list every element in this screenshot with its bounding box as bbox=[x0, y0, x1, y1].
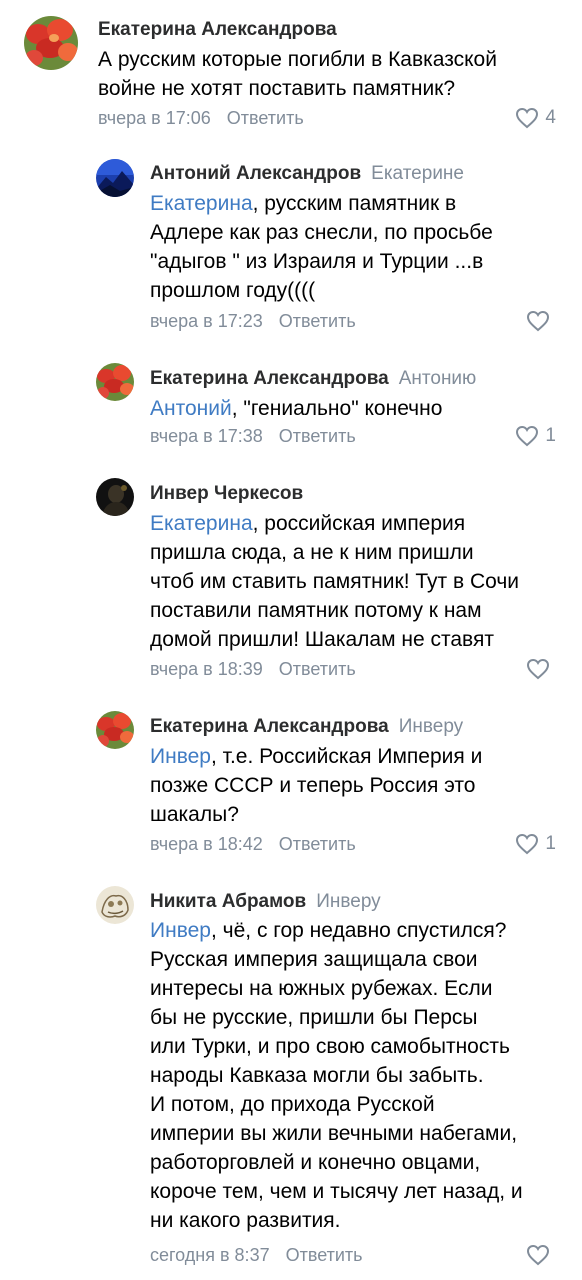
heart-icon bbox=[526, 1244, 550, 1266]
author-line: Инвер Черкесов bbox=[150, 482, 303, 506]
mention-link[interactable]: Инвер bbox=[150, 745, 211, 768]
reply-button[interactable]: Ответить bbox=[286, 1245, 363, 1265]
heart-icon bbox=[526, 310, 550, 332]
mention-link[interactable]: Екатерина bbox=[150, 192, 253, 215]
author-line: Антоний Александров Екатерине bbox=[150, 162, 464, 186]
timestamp: вчера в 18:39 bbox=[150, 659, 263, 679]
like-count: 1 bbox=[545, 833, 556, 854]
timestamp: вчера в 17:06 bbox=[98, 108, 211, 128]
comment-body: А русским которые погибли в Кавказской в… bbox=[98, 48, 497, 100]
avatar[interactable] bbox=[96, 363, 134, 401]
like-button[interactable]: 1 bbox=[515, 425, 556, 447]
reply-button[interactable]: Ответить bbox=[279, 834, 356, 854]
author-name[interactable]: Инвер Черкесов bbox=[150, 483, 303, 504]
comment-text: Антоний, "гениально" конечно bbox=[150, 394, 442, 423]
author-name[interactable]: Антоний Александров bbox=[150, 163, 361, 184]
like-count: 1 bbox=[545, 425, 556, 446]
author-name[interactable]: Екатерина Александрова bbox=[150, 368, 389, 389]
comment-body: , чё, с гор недавно спустился? Русская и… bbox=[150, 919, 523, 1232]
comment-meta: вчера в 17:23 Ответить bbox=[150, 310, 356, 332]
like-button[interactable] bbox=[526, 1244, 556, 1266]
mention-link[interactable]: Екатерина bbox=[150, 512, 253, 535]
heart-icon bbox=[516, 833, 539, 855]
comment-text: Екатерина, русским памятник в Адлере как… bbox=[150, 189, 493, 305]
avatar[interactable] bbox=[96, 711, 134, 749]
avatar[interactable] bbox=[24, 16, 78, 70]
reply-button[interactable]: Ответить bbox=[279, 659, 356, 679]
comment-body: , "гениально" конечно bbox=[231, 397, 443, 420]
like-count: 4 bbox=[545, 107, 556, 128]
comment-meta: вчера в 18:39 Ответить bbox=[150, 658, 356, 680]
author-line: Никита Абрамов Инверу bbox=[150, 890, 381, 914]
author-line: Екатерина Александрова Инверу bbox=[150, 715, 463, 739]
like-button[interactable] bbox=[526, 310, 556, 332]
author-name[interactable]: Екатерина Александрова bbox=[98, 19, 337, 40]
like-button[interactable]: 1 bbox=[515, 833, 556, 855]
author-line: Екатерина Александрова Антонию bbox=[150, 367, 476, 391]
reply-button[interactable]: Ответить bbox=[279, 311, 356, 331]
timestamp: вчера в 17:23 bbox=[150, 311, 263, 331]
reply-to[interactable]: Антонию bbox=[399, 368, 477, 389]
comment-text: Инвер, чё, с гор недавно спустился? Русс… bbox=[150, 916, 523, 1235]
avatar[interactable] bbox=[96, 478, 134, 516]
heart-icon bbox=[516, 107, 539, 129]
like-button[interactable] bbox=[526, 658, 556, 680]
avatar[interactable] bbox=[96, 886, 134, 924]
comment-meta: вчера в 17:38 Ответить bbox=[150, 425, 356, 447]
timestamp: вчера в 17:38 bbox=[150, 426, 263, 446]
avatar[interactable] bbox=[96, 159, 134, 197]
reply-button[interactable]: Ответить bbox=[227, 108, 304, 128]
like-button[interactable]: 4 bbox=[515, 107, 556, 129]
heart-icon bbox=[526, 658, 550, 680]
author-name[interactable]: Екатерина Александрова bbox=[150, 716, 389, 737]
comment-meta: вчера в 17:06 Ответить bbox=[98, 107, 304, 129]
comment-text: Инвер, т.е. Российская Империя и позже С… bbox=[150, 742, 482, 829]
comment-text: Екатерина, российская империя пришла сюд… bbox=[150, 509, 519, 654]
reply-to[interactable]: Инверу bbox=[399, 716, 463, 737]
comment-meta: сегодня в 8:37 Ответить bbox=[150, 1244, 363, 1266]
author-line: Екатерина Александрова bbox=[98, 18, 337, 42]
author-name[interactable]: Никита Абрамов bbox=[150, 891, 306, 912]
reply-to[interactable]: Екатерине bbox=[371, 163, 464, 184]
reply-to[interactable]: Инверу bbox=[316, 891, 380, 912]
timestamp: вчера в 18:42 bbox=[150, 834, 263, 854]
mention-link[interactable]: Антоний bbox=[150, 397, 232, 420]
comment-text: А русским которые погибли в Кавказской в… bbox=[98, 45, 497, 103]
mention-link[interactable]: Инвер bbox=[150, 919, 211, 942]
comment-meta: вчера в 18:42 Ответить bbox=[150, 833, 356, 855]
heart-icon bbox=[516, 425, 539, 447]
timestamp: сегодня в 8:37 bbox=[150, 1245, 270, 1265]
reply-button[interactable]: Ответить bbox=[279, 426, 356, 446]
